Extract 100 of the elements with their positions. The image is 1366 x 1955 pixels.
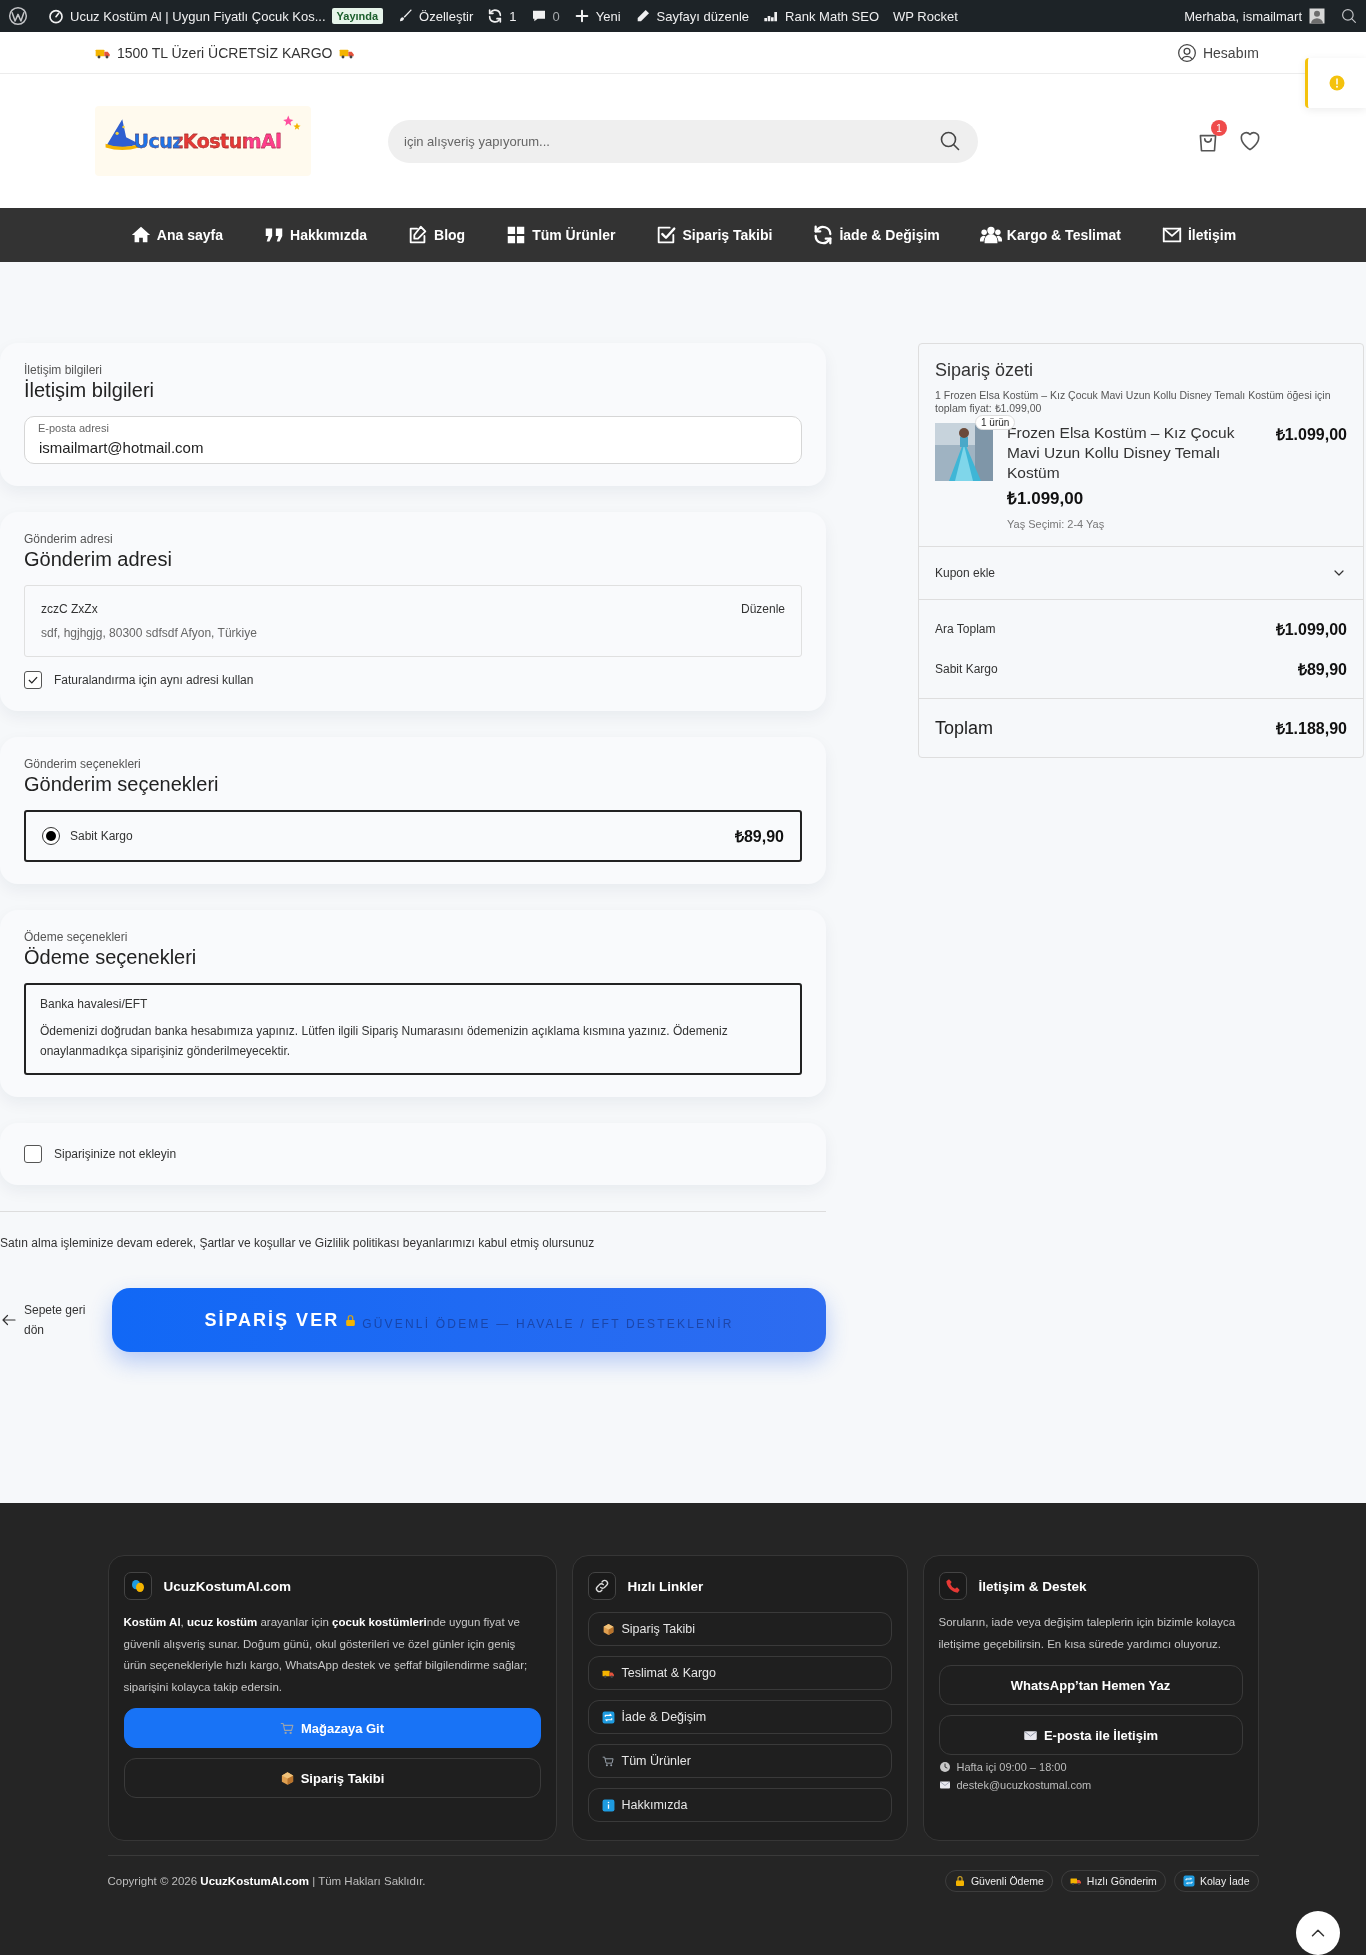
address-name: zczC ZxZx: [41, 602, 99, 616]
nav-link[interactable]: İletişim: [1160, 224, 1237, 246]
section-label: Gönderim adresi: [24, 532, 114, 546]
total-label: Ara Toplam: [935, 622, 996, 636]
repeat-icon: [601, 1710, 615, 1724]
refresh-icon: [487, 8, 504, 24]
section-label: İletişim bilgileri: [24, 363, 104, 377]
coupon-toggle[interactable]: Kupon ekle: [919, 547, 1363, 600]
checkbox-label: Siparişinize not ekleyin: [54, 1147, 177, 1161]
shipping-option[interactable]: Sabit Kargo ₺89,90: [24, 810, 802, 862]
nav-link[interactable]: Sipariş Takibi: [655, 224, 773, 246]
footer-link[interactable]: Teslimat & Kargo: [587, 1656, 892, 1690]
info-icon: [601, 1798, 615, 1812]
footer-button[interactable]: WhatsApp’tan Hemen Yaz: [938, 1665, 1243, 1705]
checkbox-icon: [655, 224, 678, 246]
phone-icon: [944, 1578, 961, 1594]
address-line: sdf, hgjhgjg, 80300 sdfsdf Afyon, Türkiye: [41, 626, 257, 640]
footer-button[interactable]: Mağazaya Git: [123, 1708, 541, 1748]
lock-icon: [344, 1313, 358, 1327]
product-option: Yaş Seçimi: 2-4 Yaş: [1007, 518, 1262, 530]
line-total: ₺1.099,00: [1275, 425, 1347, 445]
logo-icon: [8, 6, 28, 26]
payment-method-name: Banka havalesi/EFT: [40, 997, 149, 1011]
footer-link[interactable]: Hakkımızda: [587, 1788, 892, 1822]
section-title: İletişim bilgileri: [24, 379, 156, 402]
cart-icon: [279, 1720, 295, 1736]
checkbox[interactable]: [24, 1145, 42, 1163]
section-label: Ödeme seçenekleri: [24, 930, 129, 944]
user-icon: [1176, 42, 1197, 63]
link-icon: [593, 1578, 610, 1594]
avatar-icon: [1308, 7, 1326, 25]
footer-title: İletişim & Destek: [978, 1578, 1087, 1594]
box-icon: [601, 1622, 615, 1636]
total-value: ₺89,90: [1297, 660, 1347, 680]
admin-bar-item[interactable]: WP Rocket: [893, 8, 958, 24]
info-icon: [1328, 74, 1346, 92]
admin-bar-item[interactable]: 0: [530, 8, 560, 24]
grand-total-value: ₺1.188,90: [1275, 719, 1347, 739]
mail-icon: [938, 1779, 951, 1791]
nav-link[interactable]: İade & Değişim: [812, 224, 940, 246]
site-title-link[interactable]: Ucuz Kostüm Al | Uygun Fiyatlı Çocuk Kos...: [48, 8, 326, 24]
grand-total-label: Toplam: [935, 717, 994, 739]
nav-link[interactable]: Blog: [407, 224, 466, 246]
edit-link[interactable]: Düzenle: [740, 602, 785, 616]
nav-link[interactable]: Ana sayfa: [129, 224, 223, 246]
hours-text: Hafta içi 09:00 – 18:00: [956, 1761, 1067, 1773]
email-link[interactable]: destek@ucuzkostumal.com: [956, 1779, 1092, 1791]
footer-button[interactable]: Sipariş Takibi: [123, 1758, 541, 1798]
repeat-icon: [1182, 1875, 1195, 1887]
total-value: ₺1.099,00: [1275, 620, 1347, 640]
checkbox-label: Faturalandırma için aynı adresi kullan: [54, 673, 254, 687]
cart-count-badge: 1: [1211, 120, 1227, 136]
admin-bar-item[interactable]: Sayfayı düzenle: [634, 8, 750, 24]
search-icon: [1340, 7, 1358, 25]
option-label: Sabit Kargo: [70, 829, 133, 843]
back-to-cart-link[interactable]: Sepete geri dön: [0, 1300, 92, 1340]
cart-icon: [601, 1754, 615, 1768]
admin-bar-item[interactable]: Özelleştir: [397, 8, 474, 24]
account-link[interactable]: Hesabım: [1176, 42, 1259, 63]
section-title: Gönderim seçenekleri: [24, 773, 220, 796]
comment-icon: [530, 8, 547, 24]
footer-button[interactable]: E-posta ile İletişim: [938, 1715, 1243, 1755]
copyright-text: Copyright © 2026 UcuzKostumAl.com | Tüm Hakları Saklıdır.: [107, 1875, 426, 1887]
radio-button[interactable]: [42, 827, 60, 845]
admin-bar-item[interactable]: 1: [487, 8, 517, 24]
section-label: Gönderim seçenekleri: [24, 757, 142, 771]
nav-link[interactable]: Tüm Ürünler: [505, 224, 616, 246]
section-title: Ödeme seçenekleri: [24, 946, 198, 969]
section-title: Gönderim adresi: [24, 548, 173, 571]
field-label: E-posta adresi: [38, 422, 109, 434]
terms-text: Satın alma işleminize devam ederek, Şartlar ve koşullar ve Gizlilik politikası beyanlarımızı kabul etmiş olursunuz: [0, 1236, 596, 1250]
footer-title: Hızlı Linkler: [627, 1578, 704, 1594]
logo[interactable]: UcuzKostumAl: [95, 106, 311, 176]
payment-description: Ödemenizi doğrudan banka hesabımıza yapınız. Lütfen ilgili Sipariş Numarasını ödemenizin açıklama kısmına yazınız. Ödemeniz onaylanmadıkça siparişiniz gönderilmeyecektir.: [40, 1023, 729, 1060]
box-icon: [279, 1770, 295, 1786]
shipping-notice: 1500 TL Üzeri ÜCRETSİZ KARGO: [117, 44, 333, 61]
plus-icon: [573, 8, 590, 24]
footer-text: Kostüm Al, ucuz kostüm arayanlar için çocuk kostümlerinde uygun fiyat ve güvenli alışveriş sunar. Doğum günü, okul gösterileri ve özel günler için geniş ürün seçenekleriyle hızlı kargo, WhatsApp destek ve şeffaf bilgilendirme sağlar; siparişini kolayca takip edersin.: [123, 1615, 529, 1695]
product-price: ₺1.099,00: [1007, 488, 1085, 509]
nav-link[interactable]: Hakkımızda: [263, 224, 368, 246]
lock-icon: [953, 1875, 966, 1887]
option-price: ₺89,90: [734, 827, 784, 847]
clock-icon: [938, 1761, 951, 1773]
summary-title: Sipariş özeti: [935, 360, 1035, 381]
account-link[interactable]: Merhaba, ismailmart: [1184, 7, 1326, 25]
gauge-icon: [48, 8, 64, 24]
admin-bar-item[interactable]: Yeni: [573, 8, 621, 24]
total-label: Sabit Kargo: [935, 662, 998, 676]
footer-text: Soruların, iade veya değişim taleplerin için bizimle kolayca iletişime geçebilirsin. En kısa sürede yardımcı oluyoruz.: [938, 1615, 1237, 1652]
checkbox[interactable]: [24, 671, 42, 689]
brush-icon: [397, 8, 414, 24]
scroll-top-button[interactable]: [1296, 1911, 1340, 1955]
admin-bar-item[interactable]: Rank Math SEO: [763, 8, 880, 24]
footer-link[interactable]: İade & Değişim: [587, 1700, 892, 1734]
footer-link[interactable]: Sipariş Takibi: [587, 1612, 892, 1646]
nav-link[interactable]: Kargo & Teslimat: [979, 224, 1121, 246]
place-order-button[interactable]: SİPARİŞ VER GÜVENLİ ÖDEME — HAVALE / EFT DESTEKLENİR: [112, 1288, 826, 1352]
item-total-note: 1 Frozen Elsa Kostüm – Kız Çocuk Mavi Uzun Kollu Disney Temalı Kostüm öğesi için toplam fiyat: ₺1.099,00: [935, 389, 1332, 415]
footer-link[interactable]: Tüm Ürünler: [587, 1744, 892, 1778]
search-field[interactable]: için alışveriş yapıyorum...: [388, 119, 978, 163]
